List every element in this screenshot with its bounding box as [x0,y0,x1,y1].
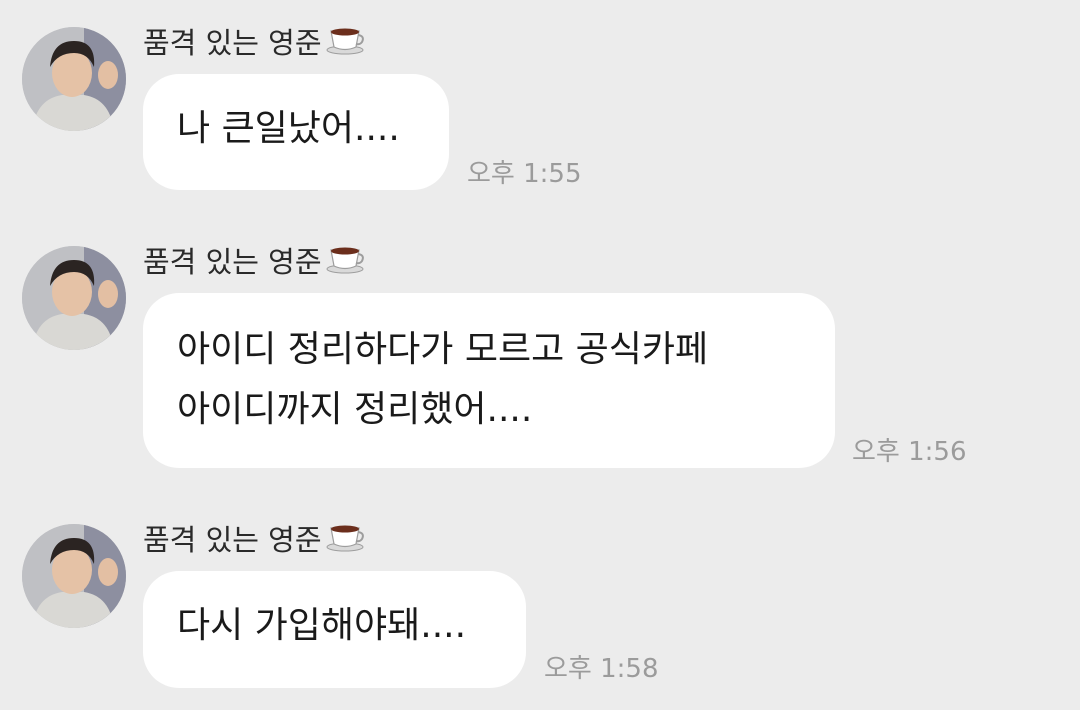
message-text: 다시 가입해야돼.... [177,605,467,646]
sender-name: 품격 있는 영준 [143,25,366,60]
message-bubble[interactable]: 나 큰일났어.... [143,74,449,190]
coffee-cup-icon [326,25,366,60]
message-timestamp: 오후 1:56 [852,437,967,467]
message-timestamp: 오후 1:58 [544,654,659,684]
coffee-cup-icon [326,522,366,557]
coffee-cup-icon [326,244,366,279]
message-text-line: 아이디 정리하다가 모르고 공식카페 [177,329,709,370]
avatar[interactable] [22,524,126,628]
message-text-line: 아이디까지 정리했어.... [177,389,533,430]
sender-name: 품격 있는 영준 [143,522,366,557]
message-bubble[interactable]: 아이디 정리하다가 모르고 공식카페 아이디까지 정리했어.... [143,293,835,468]
profile-photo-icon [22,27,126,131]
message-timestamp: 오후 1:55 [467,159,582,189]
avatar[interactable] [22,246,126,350]
avatar[interactable] [22,27,126,131]
profile-photo-icon [22,246,126,350]
profile-photo-icon [22,524,126,628]
sender-name: 품격 있는 영준 [143,244,366,279]
message-text: 나 큰일났어.... [177,108,400,149]
message-bubble[interactable]: 다시 가입해야돼.... [143,571,526,688]
